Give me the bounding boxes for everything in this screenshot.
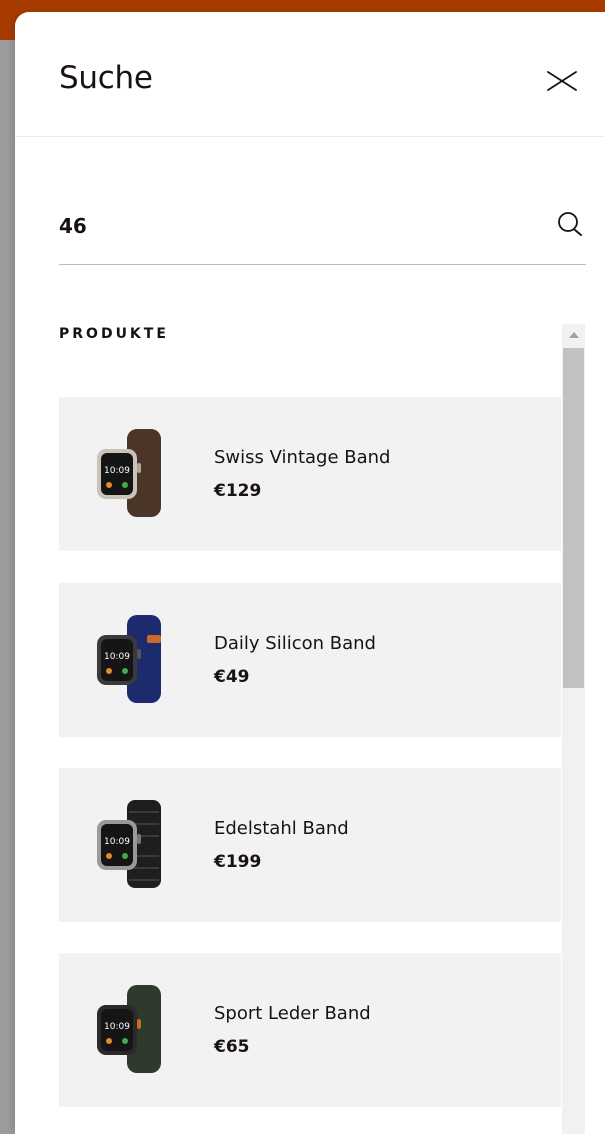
product-card[interactable]: 10:09 Daily Silicon Band €49 — [59, 583, 561, 737]
watch-image: 10:09 — [97, 985, 161, 1073]
watch-image: 10:09 — [97, 429, 161, 517]
product-card[interactable]: 10:09 Sport Leder Band €65 — [59, 953, 561, 1107]
svg-text:10:09: 10:09 — [104, 837, 130, 847]
search-bar — [59, 202, 586, 265]
arrow-up-icon — [568, 332, 579, 338]
product-name: Swiss Vintage Band — [214, 447, 391, 468]
product-name: Edelstahl Band — [214, 818, 349, 839]
scroll-up-button[interactable] — [562, 324, 585, 346]
drawer-title: Suche — [59, 60, 153, 96]
product-price: €199 — [214, 852, 262, 872]
product-name: Sport Leder Band — [214, 1003, 371, 1024]
product-price: €65 — [214, 1037, 250, 1057]
product-price: €49 — [214, 667, 250, 687]
close-icon — [547, 71, 577, 91]
product-price: €129 — [214, 481, 262, 501]
drawer-header: Suche — [15, 12, 605, 137]
product-card[interactable]: 10:09 Edelstahl Band €199 — [59, 768, 561, 922]
search-icon — [558, 212, 582, 236]
product-card[interactable]: 10:09 Swiss Vintage Band €129 — [59, 397, 561, 551]
search-input[interactable] — [59, 210, 529, 242]
scrollbar-thumb[interactable] — [563, 348, 584, 688]
watch-image: 10:09 — [97, 615, 161, 703]
close-button[interactable] — [545, 66, 579, 96]
products-section-label: PRODUKTE — [59, 326, 169, 342]
svg-text:10:09: 10:09 — [104, 1022, 130, 1032]
svg-text:10:09: 10:09 — [104, 652, 130, 662]
search-button[interactable] — [556, 210, 586, 240]
svg-text:10:09: 10:09 — [104, 466, 130, 476]
product-name: Daily Silicon Band — [214, 633, 376, 654]
search-drawer: Suche PRODUKTE 10:09 Swi — [15, 12, 605, 1134]
watch-image: 10:09 — [97, 800, 161, 888]
